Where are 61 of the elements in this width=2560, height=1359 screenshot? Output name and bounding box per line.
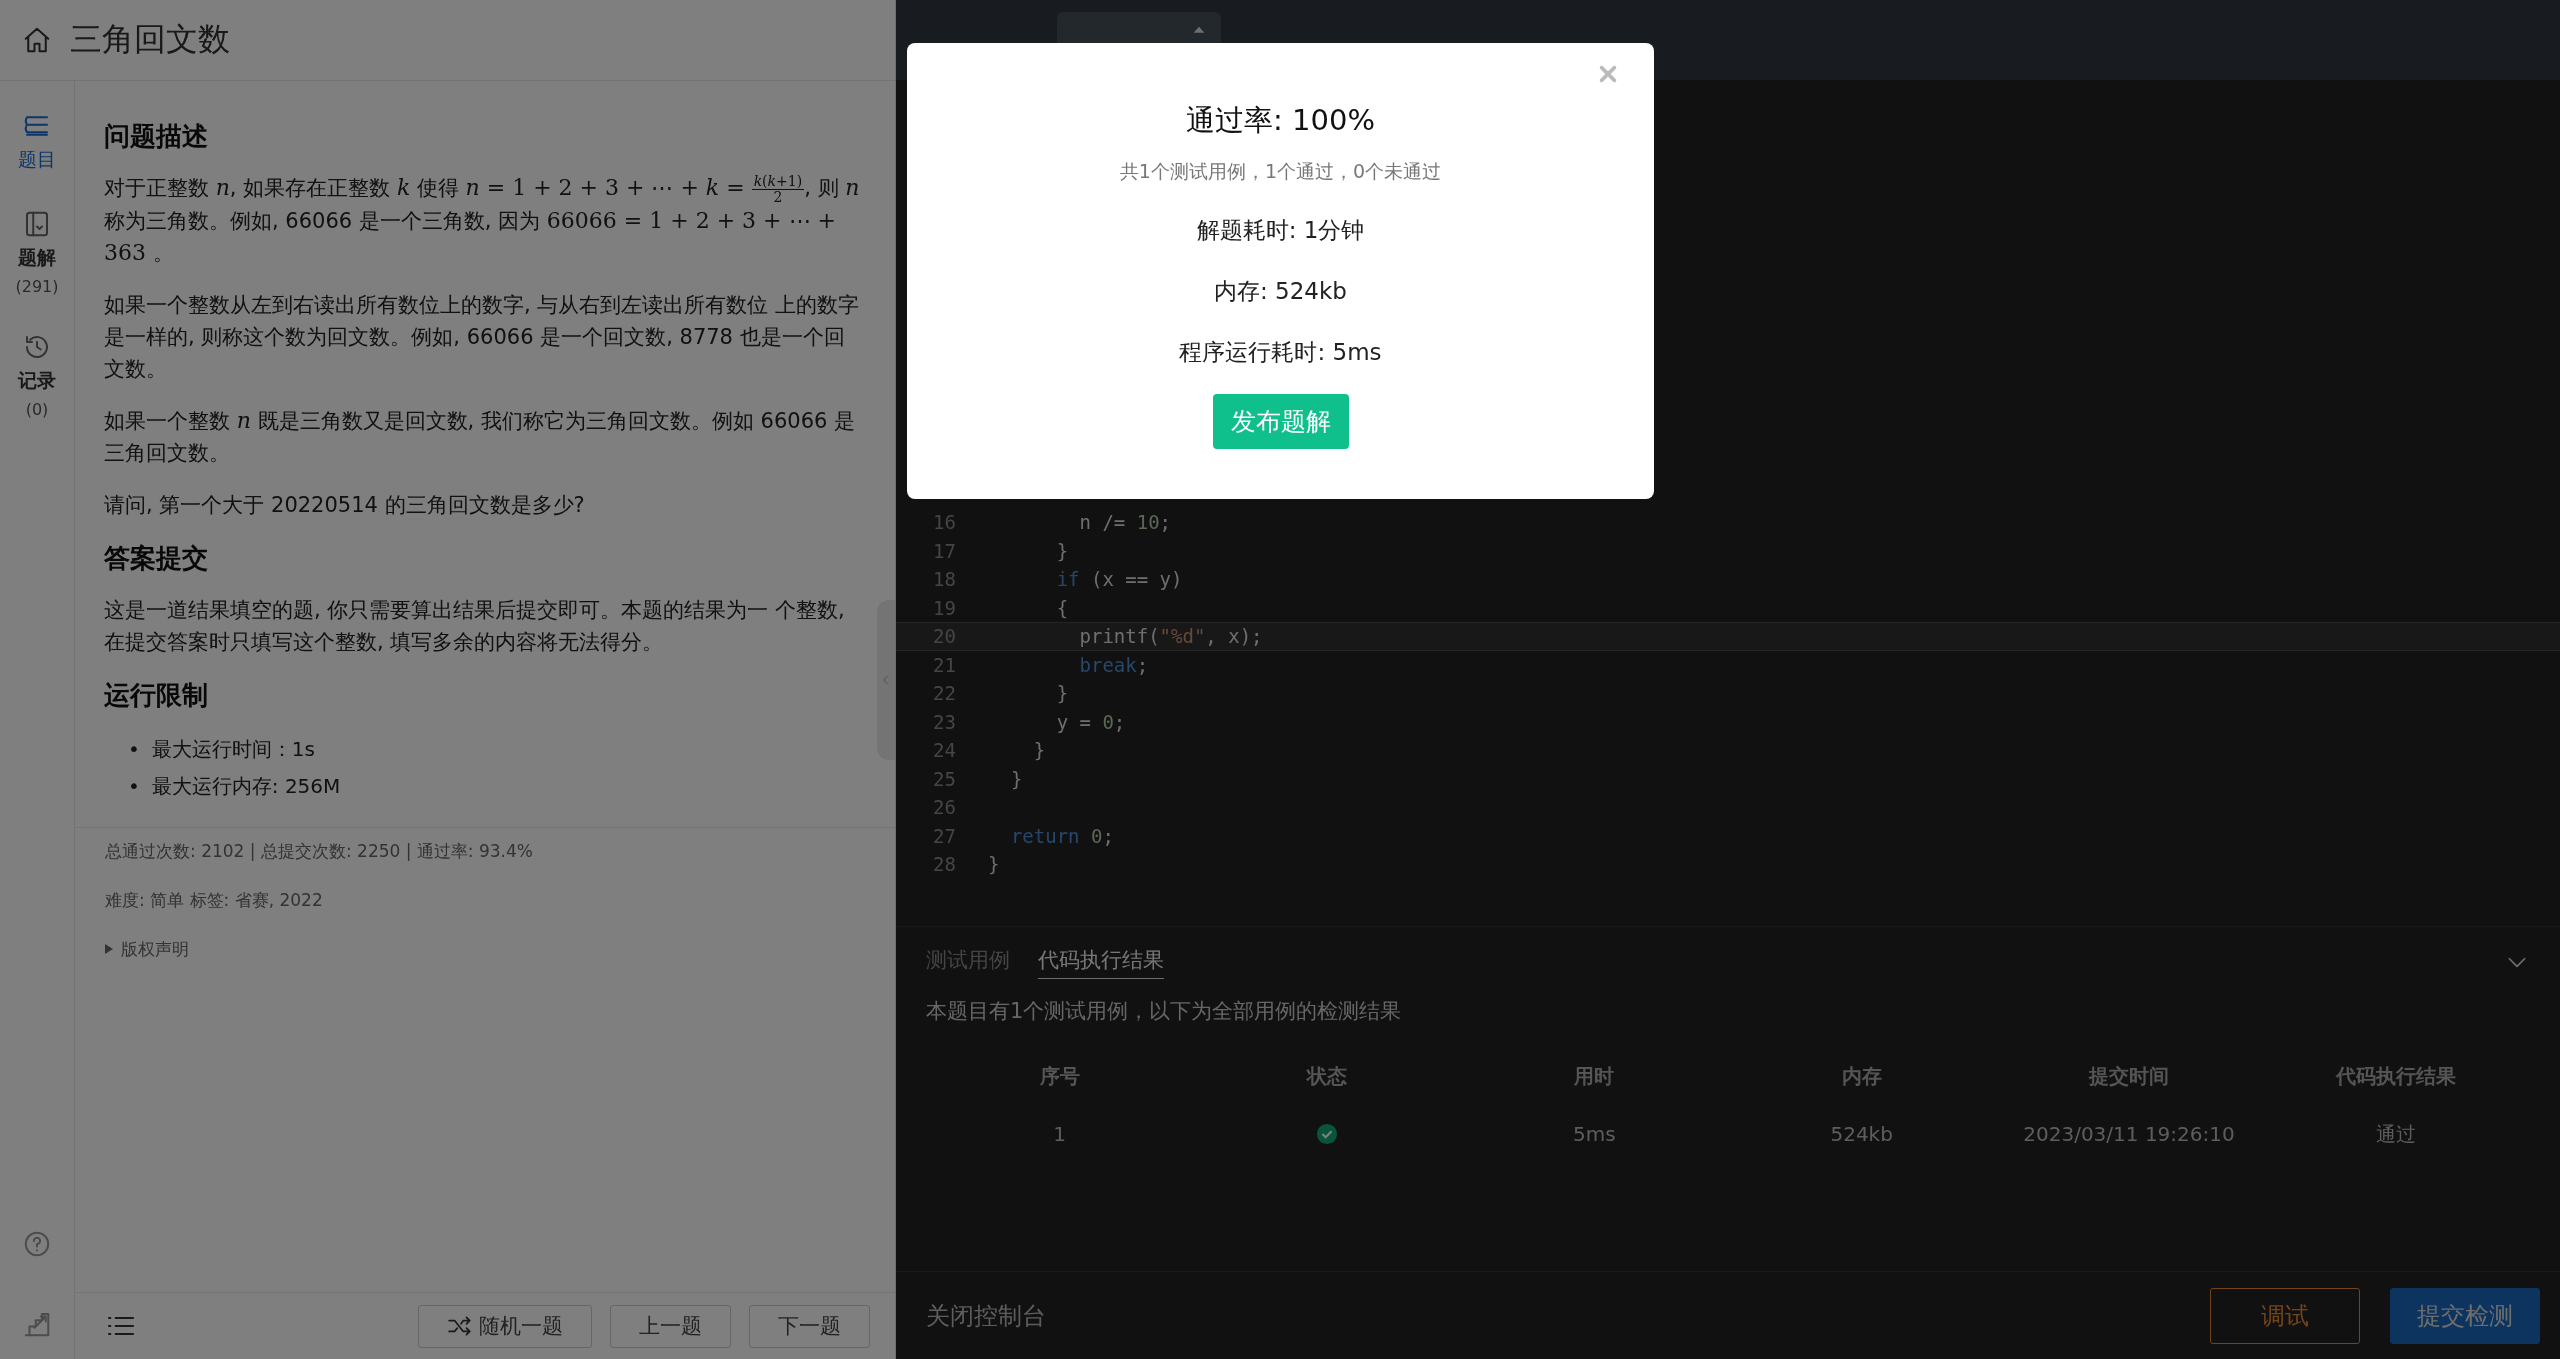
home-icon [22,25,52,55]
code-line: { [1055,596,1069,619]
table-cell-text: 1 [1052,1122,1068,1146]
publish-solution-button[interactable]: 发布题解 [1212,394,1349,449]
copyright-toggle[interactable]: 版权声明 [105,937,865,961]
column-header: 状态 [1305,1062,1348,1090]
debug-button[interactable]: 调试 [2210,1287,2360,1344]
code-line: } [988,853,1000,876]
close-console-button[interactable]: 关闭控制台 [926,1299,1046,1332]
code-line: return 0; [1009,824,1114,847]
result-text: 解题耗时: 1分钟 [1196,216,1365,245]
code-line: break; [1078,653,1149,676]
section-heading: 问题描述 [104,120,209,153]
stats-text: 总通过次数: 2102 | 总提交次数: 2250 | 通过率: 93.4% [105,839,534,863]
code-line: } [1009,767,1023,790]
sidebar-tab[interactable]: 记录 (0) [18,332,56,419]
column-header: 提交时间 [2087,1062,2170,1090]
close-icon [1597,63,1619,85]
result-text: 程序运行耗时: 5ms [1179,338,1382,367]
submit-button[interactable]: 提交检测 [2390,1287,2540,1344]
nav-button[interactable]: 下一题 [749,1304,870,1348]
paragraph: 这是一道结果填空的题, 你只需要算出结果后提交即可。本题的结果为一 个整数, 在提交答案时只填写这个整数, 填写多余的内容将无法得分。 [104,596,846,656]
sidebar-tab[interactable]: 题解 (291) [15,209,59,296]
list-item: 最大运行内存: 256M [151,772,341,800]
column-header: 用时 [1573,1062,1616,1090]
table-cell-text: 2023/03/11 19:26:10 [2022,1122,2236,1146]
table-cell-text: 5ms [1572,1122,1617,1146]
help-icon [22,1229,52,1259]
column-header: 内存 [1840,1062,1883,1090]
code-line: n /= 10; [1078,511,1172,534]
table-cell-text: 524kb [1829,1122,1894,1146]
code-line: } [1055,682,1069,705]
section-heading: 运行限制 [104,678,209,712]
page-title: 三角回文数 [70,19,230,60]
code-line: } [1032,739,1046,762]
dialog-subtitle: 共1个测试用例，1个通过，0个未通过 [1119,159,1442,184]
code-line: } [1055,539,1069,562]
bullet: • [128,772,140,800]
summary-text: 本题目有1个测试用例，以下为全部用例的检测结果 [926,998,1403,1025]
bullet: • [128,735,140,763]
section-heading: 答案提交 [104,541,209,575]
meta-text: 难度: 简单 标签: 省赛, 2022 [105,888,324,912]
shuffle-icon [447,1313,473,1339]
table-cell-text: 通过 [2375,1120,2418,1148]
paragraph: 如果一个整数 n 既是三角数又是回文数, 我们称它为三角回文数。例如 66066 是三角回文数。 [104,406,857,467]
sidebar-tab[interactable]: 题目 [18,111,56,173]
paragraph: 请问, 第一个大于 20220514 的三角回文数是多少? [104,491,586,519]
column-header: 代码执行结果 [2334,1062,2458,1090]
nav-button[interactable]: 上一题 [610,1304,731,1348]
result-text: 内存: 524kb [1214,277,1347,306]
code-line: if (x == y) [1055,568,1183,591]
random-button[interactable]: 随机一题 [418,1304,592,1348]
paragraph: 如果一个整数从左到右读出所有数位上的数字, 与从右到左读出所有数位 上的数字是一样的, 则称这个数为回文数。例如, 66066 是一个回文数, 8778 也是一个回文数。 [104,291,861,383]
dialog-title: 通过率: 100% [1186,102,1375,139]
code-line: y = 0; [1055,710,1126,733]
code-line: printf("%d", x); [1078,625,1263,648]
console-tab[interactable]: 代码执行结果 [1038,945,1164,979]
close-button[interactable] [1597,63,1619,85]
list-item: 最大运行时间：1s [151,735,315,763]
column-header: 序号 [1038,1062,1081,1090]
collapse-handle[interactable] [877,600,895,760]
